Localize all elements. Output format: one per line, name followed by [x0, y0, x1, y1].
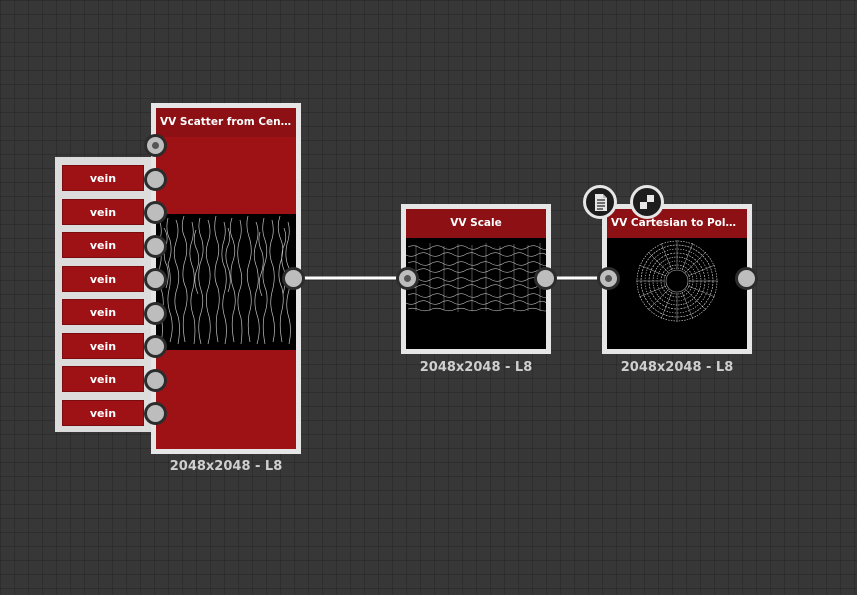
scale-output-port[interactable]: [534, 267, 557, 290]
vein-input-8[interactable]: vein: [62, 400, 144, 426]
scatter-input-port-3[interactable]: [144, 235, 167, 258]
polar-output-port[interactable]: [735, 267, 758, 290]
polar-node-body: VV Cartesian to Polar Gr...: [607, 209, 747, 349]
scale-node-title: VV Scale: [406, 209, 546, 238]
scatter-input-port-8[interactable]: [144, 402, 167, 425]
scatter-node-body: VV Scatter from Center ...: [156, 108, 296, 449]
vein-input-7[interactable]: vein: [62, 366, 144, 392]
polar-input-port[interactable]: [597, 267, 620, 290]
scale-thumbnail: [406, 243, 546, 313]
scatter-input-port-2[interactable]: [144, 201, 167, 224]
polar-resolution-label: 2048x2048 - L8: [620, 360, 734, 375]
vein-input-5[interactable]: vein: [62, 299, 144, 325]
document-icon[interactable]: [583, 185, 617, 219]
scatter-input-port-6[interactable]: [144, 335, 167, 358]
vein-input-2[interactable]: vein: [62, 199, 144, 225]
scatter-input-port-4[interactable]: [144, 268, 167, 291]
vein-input-1[interactable]: vein: [62, 165, 144, 191]
scatter-input-port-7[interactable]: [144, 369, 167, 392]
polar-node[interactable]: VV Cartesian to Polar Gr...: [602, 204, 752, 354]
scale-resolution-label: 2048x2048 - L8: [419, 360, 533, 375]
scatter-input-port-1[interactable]: [144, 168, 167, 191]
scale-node-body: VV Scale: [406, 209, 546, 349]
polar-node-title: VV Cartesian to Polar Gr...: [607, 209, 747, 238]
vein-input-4[interactable]: vein: [62, 266, 144, 292]
scatter-output-port[interactable]: [282, 267, 305, 290]
polar-thumbnail: [607, 238, 747, 349]
scale-input-port[interactable]: [396, 267, 419, 290]
scale-node[interactable]: VV Scale: [401, 204, 551, 354]
scatter-node[interactable]: VV Scatter from Center ...: [151, 103, 301, 454]
scatter-node-title: VV Scatter from Center ...: [156, 108, 296, 137]
vein-input-3[interactable]: vein: [62, 232, 144, 258]
scatter-resolution-label: 2048x2048 - L8: [169, 459, 283, 474]
vein-input-6[interactable]: vein: [62, 333, 144, 359]
scatter-input-port-5[interactable]: [144, 302, 167, 325]
checkerboard-icon[interactable]: [630, 185, 664, 219]
scatter-thumbnail: [156, 214, 296, 350]
scatter-input-port-0[interactable]: [144, 134, 167, 157]
